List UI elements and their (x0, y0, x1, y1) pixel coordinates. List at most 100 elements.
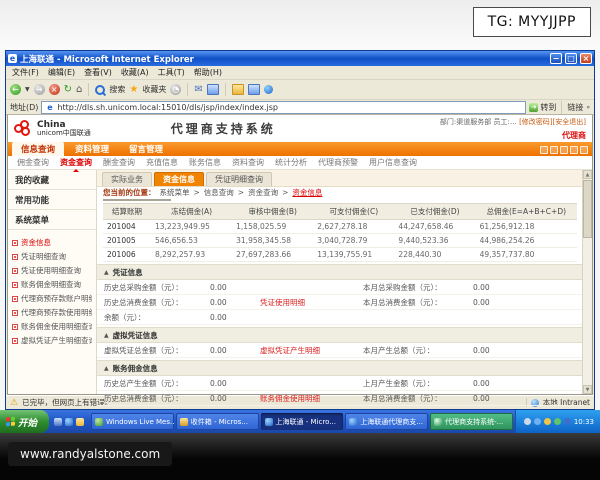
nav-tool-icon-1[interactable] (540, 146, 548, 154)
history-icon[interactable]: ◔ (170, 84, 181, 95)
sidebar-section-system-menu[interactable]: 系统菜单 (8, 210, 96, 230)
favorites-icon[interactable]: ★ (129, 84, 138, 95)
tab-data-manage[interactable]: 资料管理 (66, 142, 118, 156)
subnav-funds-query[interactable]: 资金查询 (60, 157, 92, 168)
section-account-commission-info[interactable]: ▲账务佣金信息 (97, 360, 583, 376)
menu-edit[interactable]: 编辑(E) (48, 67, 75, 78)
content-tab-funds-info[interactable]: 资金信息 (154, 172, 204, 186)
sidebar-item-voucher-usage-detail[interactable]: 凭证使用明细查询 (12, 265, 92, 276)
stop-icon[interactable]: × (49, 84, 60, 95)
voucher-usage-detail-link[interactable]: 凭证使用明细 (260, 297, 363, 308)
subnav-commission-query[interactable]: 佣金查询 (17, 157, 49, 168)
task-button-inbox[interactable]: 收件箱 - Micros... (176, 413, 259, 430)
volume-icon[interactable] (524, 418, 531, 425)
media-quicklaunch-icon[interactable] (76, 418, 84, 426)
section-virtual-voucher-info[interactable]: ▲虚拟凭证信息 (97, 327, 583, 343)
subnav-stats-analysis[interactable]: 统计分析 (275, 157, 307, 168)
links-label[interactable]: 链接 (567, 102, 583, 113)
close-button[interactable]: × (580, 53, 592, 64)
sidebar-item-virtual-voucher-gen[interactable]: 虚拟凭证产生明细查询 (12, 335, 92, 346)
go-button[interactable]: ➔ 转到 (529, 102, 556, 113)
scroll-up-icon[interactable]: ▲ (583, 170, 592, 179)
menu-view[interactable]: 查看(V) (84, 67, 112, 78)
print-icon[interactable] (207, 84, 219, 95)
back-dropdown-icon[interactable]: ▼ (25, 86, 30, 93)
logout-link[interactable]: [安全退出] (553, 118, 586, 126)
sidebar-item-prepay-usage-detail[interactable]: 代理商预存款使用明细查询 (12, 307, 92, 318)
content-tab-voucher-detail[interactable]: 凭证明细查询 (206, 172, 272, 186)
breadcrumb-funds-query[interactable]: 资金查询 (248, 187, 278, 198)
ie-icon (349, 418, 357, 426)
virtual-voucher-gen-detail-link[interactable]: 虚拟凭证产生明细 (260, 345, 363, 356)
folder-icon[interactable] (232, 84, 244, 95)
maximize-button[interactable]: □ (565, 53, 577, 64)
sidebar-item-account-commission-detail[interactable]: 账务佣金明细查询 (12, 279, 92, 290)
task-button-agent-portal[interactable]: 上海联通代理商支... (345, 413, 428, 430)
ie-quicklaunch-icon[interactable] (65, 418, 73, 426)
vertical-scrollbar[interactable]: ▲ ▼ (582, 170, 592, 394)
search-label[interactable]: 搜索 (109, 84, 125, 95)
address-label: 地址(D) (10, 102, 38, 113)
nav-tool-icon-5[interactable] (580, 146, 588, 154)
subnav-user-info-query[interactable]: 用户信息查询 (369, 157, 417, 168)
refresh-icon[interactable]: ↻ (64, 84, 72, 95)
subnav-data-query[interactable]: 资料查询 (232, 157, 264, 168)
sidebar-item-prepay-account-detail[interactable]: 代理商预存款账户明细查询 (12, 293, 92, 304)
ie-icon (265, 418, 273, 426)
messenger-tray-icon[interactable] (564, 418, 571, 425)
title-bar[interactable]: e 上海联通 - Microsoft Internet Explorer − □… (6, 51, 594, 66)
network-icon[interactable] (534, 418, 541, 425)
mail-icon (180, 418, 188, 426)
address-input[interactable]: e http://dls.sh.unicom.local:15010/dls/j… (41, 101, 526, 114)
subnav-recharge-info[interactable]: 充值信息 (146, 157, 178, 168)
account-commission-usage-link[interactable]: 账务佣金使用明细 (260, 393, 363, 404)
period-filter-input[interactable] (103, 199, 171, 201)
subnav-agent-alert[interactable]: 代理商预警 (318, 157, 358, 168)
table-header-row: 结算账期冻结佣金(A) 审核中佣金(B)可支付佣金(C) 已支付佣金(D)总佣金… (103, 203, 577, 220)
breadcrumb-system-menu[interactable]: 系统菜单 (160, 187, 190, 198)
task-button-shanghai-unicom[interactable]: 上海联通 - Micro... (261, 413, 344, 430)
menu-tools[interactable]: 工具(T) (158, 67, 185, 78)
start-button[interactable]: 开始 (0, 410, 49, 433)
section-voucher-info[interactable]: ▲凭证信息 (97, 264, 583, 280)
breadcrumb-info-query[interactable]: 信息查询 (204, 187, 234, 198)
menu-help[interactable]: 帮助(H) (194, 67, 222, 78)
task-button-agent-support-system[interactable]: 代理商支持系统-... (430, 413, 513, 430)
sidebar-item-account-commission-usage[interactable]: 账务佣金使用明细查询 (12, 321, 92, 332)
scroll-thumb[interactable] (583, 180, 592, 238)
menu-favorites[interactable]: 收藏(A) (121, 67, 149, 78)
nav-tool-icon-2[interactable] (550, 146, 558, 154)
content-tab-actual-business[interactable]: 实际业务 (102, 172, 152, 186)
unicom-logo-text: China unicom中国联通 (37, 121, 91, 137)
favorites-label[interactable]: 收藏夹 (142, 84, 166, 95)
antivirus-icon[interactable] (554, 418, 561, 425)
messenger-icon[interactable] (264, 85, 273, 94)
sidebar-section-common[interactable]: 常用功能 (8, 190, 96, 210)
menu-file[interactable]: 文件(F) (12, 67, 39, 78)
nav-tool-icon-4[interactable] (570, 146, 578, 154)
forward-icon[interactable]: → (34, 84, 45, 95)
edit-icon[interactable] (248, 84, 260, 95)
quick-launch (49, 410, 89, 433)
update-icon[interactable] (544, 418, 551, 425)
page-content: China unicom中国联通 代理商支持系统 部门:渠道服务部 员工:… [… (7, 115, 593, 395)
task-button-live-messenger[interactable]: Windows Live Mes... (91, 413, 174, 430)
scroll-down-icon[interactable]: ▼ (583, 385, 592, 394)
subnav-account-info[interactable]: 账务信息 (189, 157, 221, 168)
subnav-reward-query[interactable]: 酬金查询 (103, 157, 135, 168)
search-icon[interactable] (95, 85, 105, 95)
sidebar-item-voucher-detail[interactable]: 凭证明细查询 (12, 251, 92, 262)
nav-tool-icon-3[interactable] (560, 146, 568, 154)
tab-info-query[interactable]: 信息查询 (12, 142, 64, 156)
tab-message-manage[interactable]: 留言管理 (120, 142, 172, 156)
home-icon[interactable]: ⌂ (76, 84, 82, 95)
sidebar-item-funds-info[interactable]: 资金信息 (12, 237, 92, 248)
sidebar-section-favorites[interactable]: 我的收藏 (8, 170, 96, 190)
breadcrumb-funds-info[interactable]: 资金信息 (292, 187, 322, 198)
mail-icon[interactable]: ✉ (194, 84, 202, 95)
change-password-link[interactable]: [修改密码] (519, 118, 552, 126)
minimize-button[interactable]: − (550, 53, 562, 64)
show-desktop-icon[interactable] (54, 418, 62, 426)
back-icon[interactable]: ← (10, 84, 21, 95)
clock[interactable]: 10:33 (574, 418, 594, 426)
